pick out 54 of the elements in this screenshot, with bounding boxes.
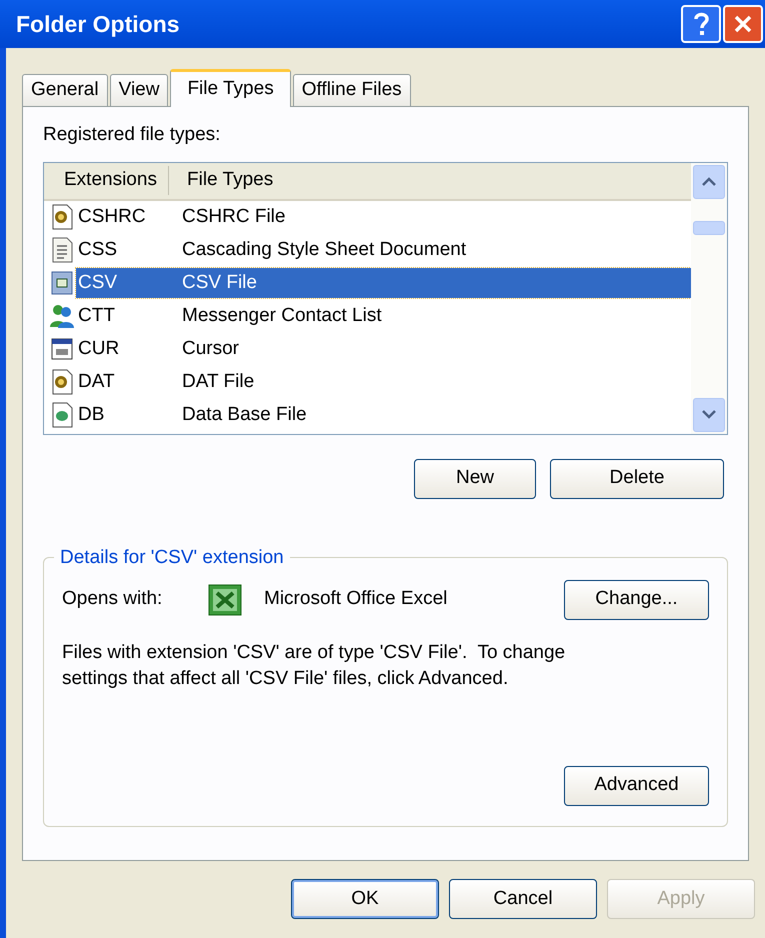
new-button[interactable]: New xyxy=(414,458,536,498)
file-type-cell-text: Messenger Contact List xyxy=(181,304,382,328)
file-type-cell-text: DAT File xyxy=(181,370,254,394)
scroll-thumb[interactable] xyxy=(693,220,725,234)
details-description: Files with extension 'CSV' are of type 'CSV File'. To change settings that affect all 'CSV File' files, click Advanced. xyxy=(62,640,566,690)
change-button[interactable]: Change... xyxy=(564,580,709,620)
file-type-cell-text: Cascading Style Sheet Document xyxy=(181,238,466,262)
script-file-icon xyxy=(50,204,74,230)
delete-button[interactable]: Delete xyxy=(550,458,724,498)
advanced-button[interactable]: Advanced xyxy=(564,766,709,806)
spreadsheet-file-icon xyxy=(50,270,74,296)
extension-cell-text: CSHRC xyxy=(77,204,147,229)
file-type-cell-text: CSHRC File xyxy=(181,204,286,229)
program-name: Microsoft Office Excel xyxy=(264,587,448,612)
list-row[interactable]: DAT DAT File xyxy=(76,367,691,397)
list-row[interactable]: CSV CSV File xyxy=(76,268,691,298)
tab[interactable]: File Types xyxy=(170,69,291,107)
scroll-down-button[interactable] xyxy=(693,398,725,432)
column-header[interactable]: File Types xyxy=(169,166,274,195)
text-file-icon xyxy=(50,237,74,263)
list-label: Registered file types: xyxy=(43,123,222,147)
window-title: Folder Options xyxy=(16,10,181,39)
extension-cell-text: CTT xyxy=(77,304,116,328)
window-file-icon xyxy=(50,336,74,362)
scrollbar[interactable] xyxy=(691,162,727,434)
file-type-cell-text: CSV File xyxy=(181,270,257,295)
extension-cell-text: DB xyxy=(77,402,106,427)
help-icon xyxy=(693,12,709,36)
list-row[interactable]: CUR Cursor xyxy=(76,334,691,364)
script-file-icon xyxy=(50,369,74,395)
tab[interactable]: Offline Files xyxy=(292,74,411,106)
extension-cell-text: CSS xyxy=(77,238,118,262)
scroll-up-button[interactable] xyxy=(693,164,725,198)
list-row[interactable]: DB Data Base File xyxy=(76,400,691,430)
list-row[interactable]: CSHRC CSHRC File xyxy=(76,202,691,232)
extension-cell-text: DAT xyxy=(77,370,116,394)
database-file-icon xyxy=(50,402,74,428)
list-row[interactable]: CSS Cascading Style Sheet Document xyxy=(76,235,691,265)
close-button[interactable] xyxy=(723,5,763,43)
extension-cell-text: CUR xyxy=(77,336,120,361)
column-header[interactable]: Extensions xyxy=(44,166,169,195)
dialog-button[interactable]: Cancel xyxy=(449,879,597,919)
close-icon xyxy=(733,14,753,34)
tab[interactable]: View xyxy=(110,74,168,106)
people-icon xyxy=(49,303,75,329)
file-type-cell-text: Cursor xyxy=(181,336,240,361)
spreadsheet-app-icon xyxy=(208,584,242,616)
opens-with-label: Opens with: xyxy=(62,587,164,612)
dialog-button[interactable]: OK xyxy=(291,879,439,919)
tab[interactable]: General xyxy=(22,74,108,106)
list-row[interactable]: CTT Messenger Contact List xyxy=(76,301,691,331)
help-button[interactable] xyxy=(681,5,721,43)
extension-cell-text: CSV xyxy=(77,270,118,295)
file-type-cell-text: Data Base File xyxy=(181,402,307,427)
